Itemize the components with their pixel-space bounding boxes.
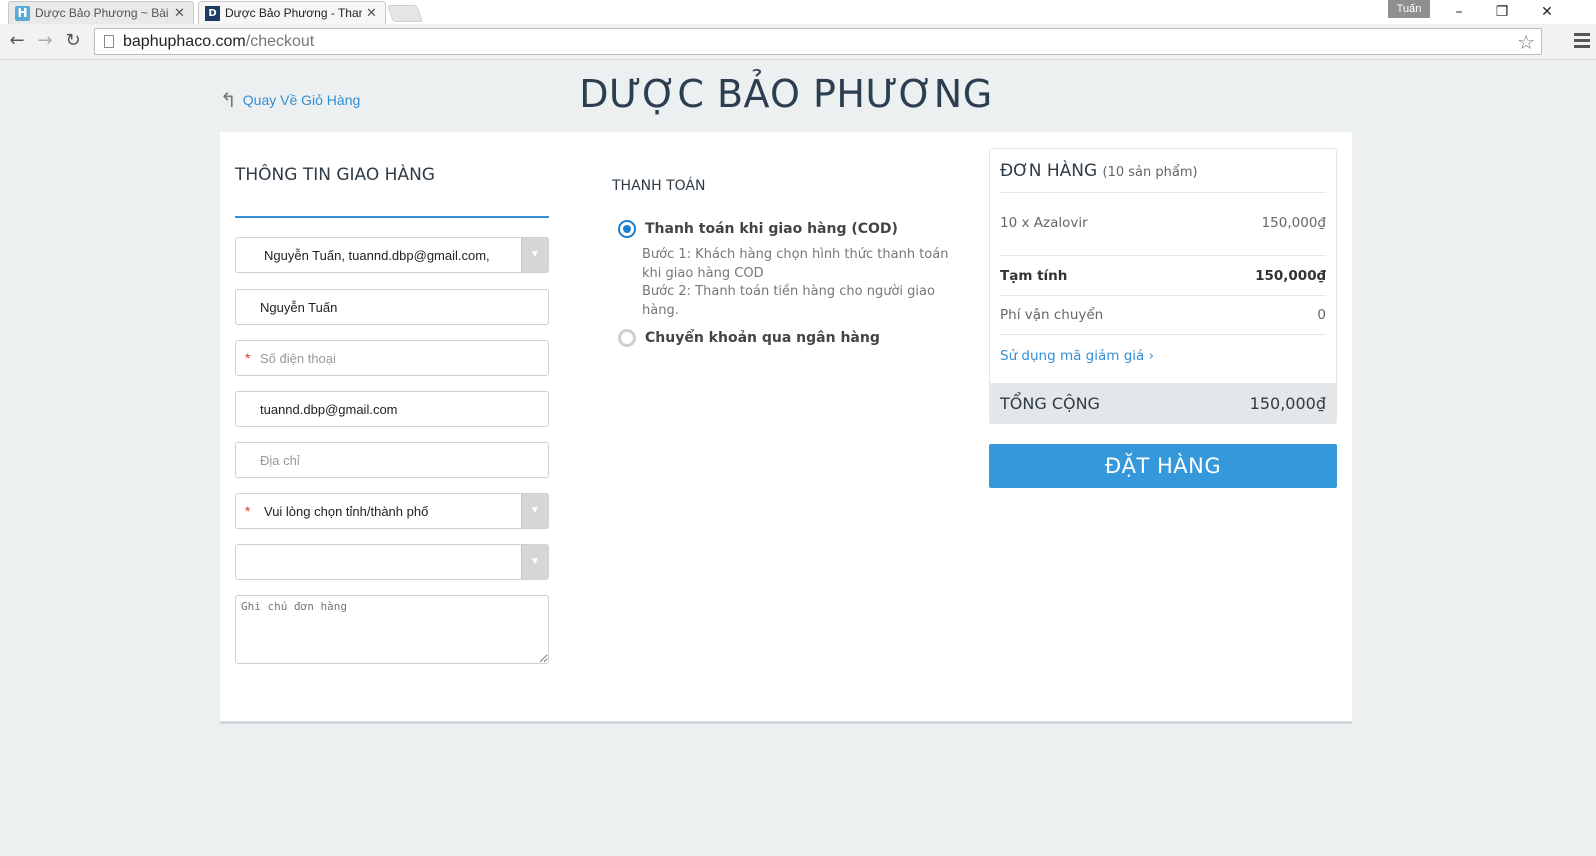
chevron-down-icon[interactable]: ▼ [521,238,548,272]
total-label: TỔNG CỘNG [1000,394,1100,413]
shipping-fee-label: Phí vận chuyển [1000,307,1104,323]
email-field[interactable]: tuannd.dbp@gmail.com [235,391,549,427]
required-mark: * [245,350,251,366]
back-arrow-icon[interactable]: ← [5,29,29,53]
payment-option-label: Thanh toán khi giao hàng (COD) [645,221,898,237]
phone-placeholder: Số điện thoại [260,350,336,366]
menu-icon[interactable] [1574,33,1590,51]
saved-address-select[interactable]: Nguyễn Tuấn, tuannd.dbp@gmail.com, ▼ [235,237,549,273]
subtotal-label: Tạm tính [1000,268,1068,284]
address-placeholder: Địa chỉ [260,452,300,468]
shipping-fee-value: 0 [1317,307,1326,323]
city-select-value: Vui lòng chọn tỉnh/thành phố [264,503,429,519]
restore-icon[interactable]: ❐ [1487,2,1517,22]
url-text: baphuphaco.com/checkout [123,32,315,50]
site-favicon-icon: H [15,5,30,21]
minimize-icon[interactable]: – [1444,2,1474,22]
item-price: 150,000₫ [1261,215,1326,231]
radio-selected-icon[interactable] [618,220,636,238]
total-value: 150,000₫ [1249,394,1326,413]
full-name-value: Nguyễn Tuấn [260,299,338,315]
cod-step-1: Bước 1: Khách hàng chọn hình thức thanh … [642,247,949,281]
order-note-field[interactable] [235,595,549,664]
cod-description: Bước 1: Khách hàng chọn hình thức thanh … [642,246,960,320]
chevron-down-icon[interactable]: ▼ [521,494,548,528]
order-item-count: (10 sản phẩm) [1102,165,1198,180]
divider [1000,295,1326,296]
chevron-right-icon: › [1148,348,1155,364]
radio-unselected-icon[interactable] [618,329,636,347]
order-line-item: 10 x Azalovir 150,000₫ [1000,215,1326,231]
full-name-field[interactable]: Nguyễn Tuấn [235,289,549,325]
close-tab-icon[interactable]: ✕ [366,5,380,21]
phone-field[interactable]: * Số điện thoại [235,340,549,376]
item-name: 10 x Azalovir [1000,215,1088,231]
saved-address-value: Nguyễn Tuấn, tuannd.dbp@gmail.com, [264,247,490,263]
payment-option-bank-transfer[interactable]: Chuyển khoản qua ngân hàng [618,329,880,347]
cod-step-2: Bước 2: Thanh toán tiền hàng cho người g… [642,284,935,318]
close-icon[interactable]: ✕ [1532,2,1562,22]
district-select[interactable]: ▼ [235,544,549,580]
reload-icon[interactable]: ↻ [61,29,85,53]
close-tab-icon[interactable]: ✕ [174,5,188,21]
checkout-card: THÔNG TIN GIAO HÀNG Nguyễn Tuấn, tuannd.… [220,132,1352,724]
star-icon[interactable]: ☆ [1517,30,1535,54]
divider [1000,334,1326,335]
email-value: tuannd.dbp@gmail.com [260,401,398,417]
profile-button[interactable]: Tuấn [1388,0,1430,18]
browser-tab-active[interactable]: D Dược Bảo Phương - Thanh ✕ [198,1,386,24]
shop-title: DƯỢC BẢO PHƯƠNG [579,72,993,116]
payment-option-label: Chuyển khoản qua ngân hàng [645,330,880,346]
tab-title: Dược Bảo Phương ~ Bài vi [35,6,170,20]
total-row: TỔNG CỘNG 150,000₫ [990,383,1336,424]
city-select[interactable]: * Vui lòng chọn tỉnh/thành phố ▼ [235,493,549,529]
shipping-fee-row: Phí vận chuyển 0 [1000,307,1326,323]
divider [1000,255,1326,256]
browser-tab[interactable]: H Dược Bảo Phương ~ Bài vi ✕ [8,1,194,24]
back-to-cart-label: Quay Về Giỏ Hàng [242,92,361,108]
address-field[interactable]: Địa chỉ [235,442,549,478]
return-arrow-icon: ↰ [220,88,237,112]
discount-code-link[interactable]: Sử dụng mã giảm giá › [1000,348,1154,364]
address-bar[interactable]: baphuphaco.com/checkout ☆ [94,28,1542,55]
back-to-cart-link[interactable]: ↰ Quay Về Giỏ Hàng [220,88,360,112]
subtotal-row: Tạm tính 150,000₫ [1000,268,1326,284]
chevron-down-icon[interactable]: ▼ [521,545,548,579]
new-tab-button[interactable] [386,5,424,22]
shipping-title: THÔNG TIN GIAO HÀNG [235,165,435,185]
place-order-button[interactable]: ĐẶT HÀNG [989,444,1337,488]
order-summary-title: ĐƠN HÀNG (10 sản phẩm) [1000,161,1198,181]
payment-title: THANH TOÁN [612,178,706,194]
forward-arrow-icon[interactable]: → [33,29,57,53]
browser-tab-bar: H Dược Bảo Phương ~ Bài vi ✕ D Dược Bảo … [0,0,1596,24]
tab-title: Dược Bảo Phương - Thanh [225,6,362,20]
order-summary: ĐƠN HÀNG (10 sản phẩm) 10 x Azalovir 150… [989,148,1337,424]
shipping-title-underline [235,216,549,218]
payment-option-cod[interactable]: Thanh toán khi giao hàng (COD) [618,220,898,238]
subtotal-value: 150,000₫ [1255,268,1326,284]
divider [1000,192,1326,193]
browser-toolbar: ← → ↻ baphuphaco.com/checkout ☆ [0,24,1596,60]
page-icon [104,35,114,48]
required-mark: * [245,503,251,519]
site-favicon-icon: D [205,5,220,21]
